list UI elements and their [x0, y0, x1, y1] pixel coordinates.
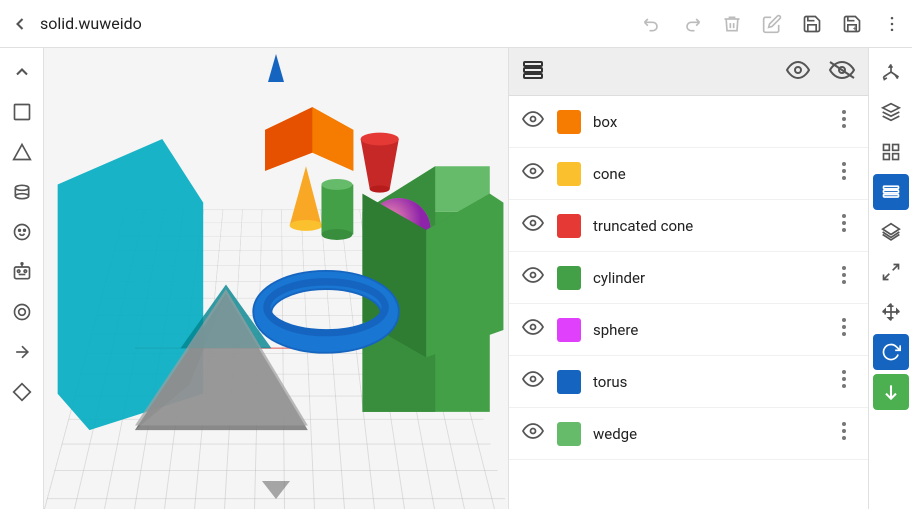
axes-tool-button[interactable] — [873, 54, 909, 90]
layer-item-box[interactable]: box — [509, 96, 868, 148]
layer-label-wedge: wedge — [593, 425, 820, 443]
layer-more-truncated-cone[interactable] — [832, 214, 856, 237]
delete-button[interactable] — [720, 12, 744, 36]
main-area: box cone — [0, 48, 912, 509]
layer-color-sphere — [557, 318, 581, 342]
pan-up-button[interactable] — [4, 54, 40, 90]
topbar-left: solid.wuweido — [8, 12, 632, 36]
down-arrow-indicator — [262, 481, 290, 503]
layer-label-torus: torus — [593, 373, 820, 391]
layer-visibility-torus[interactable] — [521, 371, 545, 392]
layer-color-wedge — [557, 422, 581, 446]
layer-color-cone — [557, 162, 581, 186]
panel-header — [509, 48, 868, 96]
layer-color-cylinder — [557, 266, 581, 290]
edit-button[interactable] — [760, 12, 784, 36]
layer-visibility-sphere[interactable] — [521, 319, 545, 340]
layer-more-box[interactable] — [832, 110, 856, 133]
redo-button[interactable] — [680, 12, 704, 36]
document-title: solid.wuweido — [40, 14, 142, 33]
robot-shape-button[interactable] — [4, 254, 40, 290]
expand-tool-button[interactable] — [873, 254, 909, 290]
left-toolbar — [0, 48, 44, 509]
save-as-button[interactable]: + — [840, 12, 864, 36]
layer-visibility-truncated-cone[interactable] — [521, 215, 545, 236]
layer-label-box: box — [593, 113, 820, 131]
triangle-shape-button[interactable] — [4, 134, 40, 170]
move-tool-button[interactable] — [873, 294, 909, 330]
grid-tool-button[interactable] — [873, 134, 909, 170]
topbar-actions: + — [640, 12, 904, 36]
diamond-shape-button[interactable] — [4, 374, 40, 410]
layer-visibility-cylinder[interactable] — [521, 267, 545, 288]
save-button[interactable] — [800, 12, 824, 36]
right-toolbar — [868, 48, 912, 509]
layer-label-truncated-cone: truncated cone — [593, 217, 820, 235]
layer-more-cylinder[interactable] — [832, 266, 856, 289]
layer-item-sphere[interactable]: sphere — [509, 304, 868, 356]
face-shape-button[interactable] — [4, 214, 40, 250]
undo-button[interactable] — [640, 12, 664, 36]
layer-item-cylinder[interactable]: cylinder — [509, 252, 868, 304]
rotate-tool-button[interactable] — [873, 334, 909, 370]
layer-item-wedge[interactable]: wedge — [509, 408, 868, 460]
layer-more-torus[interactable] — [832, 370, 856, 393]
cylinder-shape-button[interactable] — [4, 174, 40, 210]
arrow-down-tool-button[interactable] — [873, 374, 909, 410]
panel-list-icon — [521, 58, 545, 86]
layer-color-truncated-cone — [557, 214, 581, 238]
layer-label-cylinder: cylinder — [593, 269, 820, 287]
arrow-shape-button[interactable] — [4, 334, 40, 370]
panel-items-list: box cone — [509, 96, 868, 509]
box-shape-button[interactable] — [4, 94, 40, 130]
svg-text:+: + — [853, 24, 857, 32]
layer-visibility-cone[interactable] — [521, 163, 545, 184]
layer-color-box — [557, 110, 581, 134]
back-button[interactable] — [8, 12, 32, 36]
layer-more-cone[interactable] — [832, 162, 856, 185]
more-button[interactable] — [880, 12, 904, 36]
hide-all-button[interactable] — [828, 60, 856, 84]
scene-svg — [44, 48, 508, 467]
ring-shape-button[interactable] — [4, 294, 40, 330]
stack-tool-button[interactable] — [873, 214, 909, 250]
layer-color-torus — [557, 370, 581, 394]
object-tool-button[interactable] — [873, 94, 909, 130]
layer-visibility-box[interactable] — [521, 111, 545, 132]
layer-label-cone: cone — [593, 165, 820, 183]
layer-label-sphere: sphere — [593, 321, 820, 339]
layer-more-sphere[interactable] — [832, 318, 856, 341]
show-all-button[interactable] — [786, 60, 810, 84]
3d-viewport[interactable] — [44, 48, 508, 509]
layer-more-wedge[interactable] — [832, 422, 856, 445]
layers-tool-button[interactable] — [873, 174, 909, 210]
layer-item-truncated-cone[interactable]: truncated cone — [509, 200, 868, 252]
topbar: solid.wuweido — [0, 0, 912, 48]
layer-visibility-wedge[interactable] — [521, 423, 545, 444]
layer-item-cone[interactable]: cone — [509, 148, 868, 200]
layer-item-torus[interactable]: torus — [509, 356, 868, 408]
layers-panel: box cone — [508, 48, 868, 509]
